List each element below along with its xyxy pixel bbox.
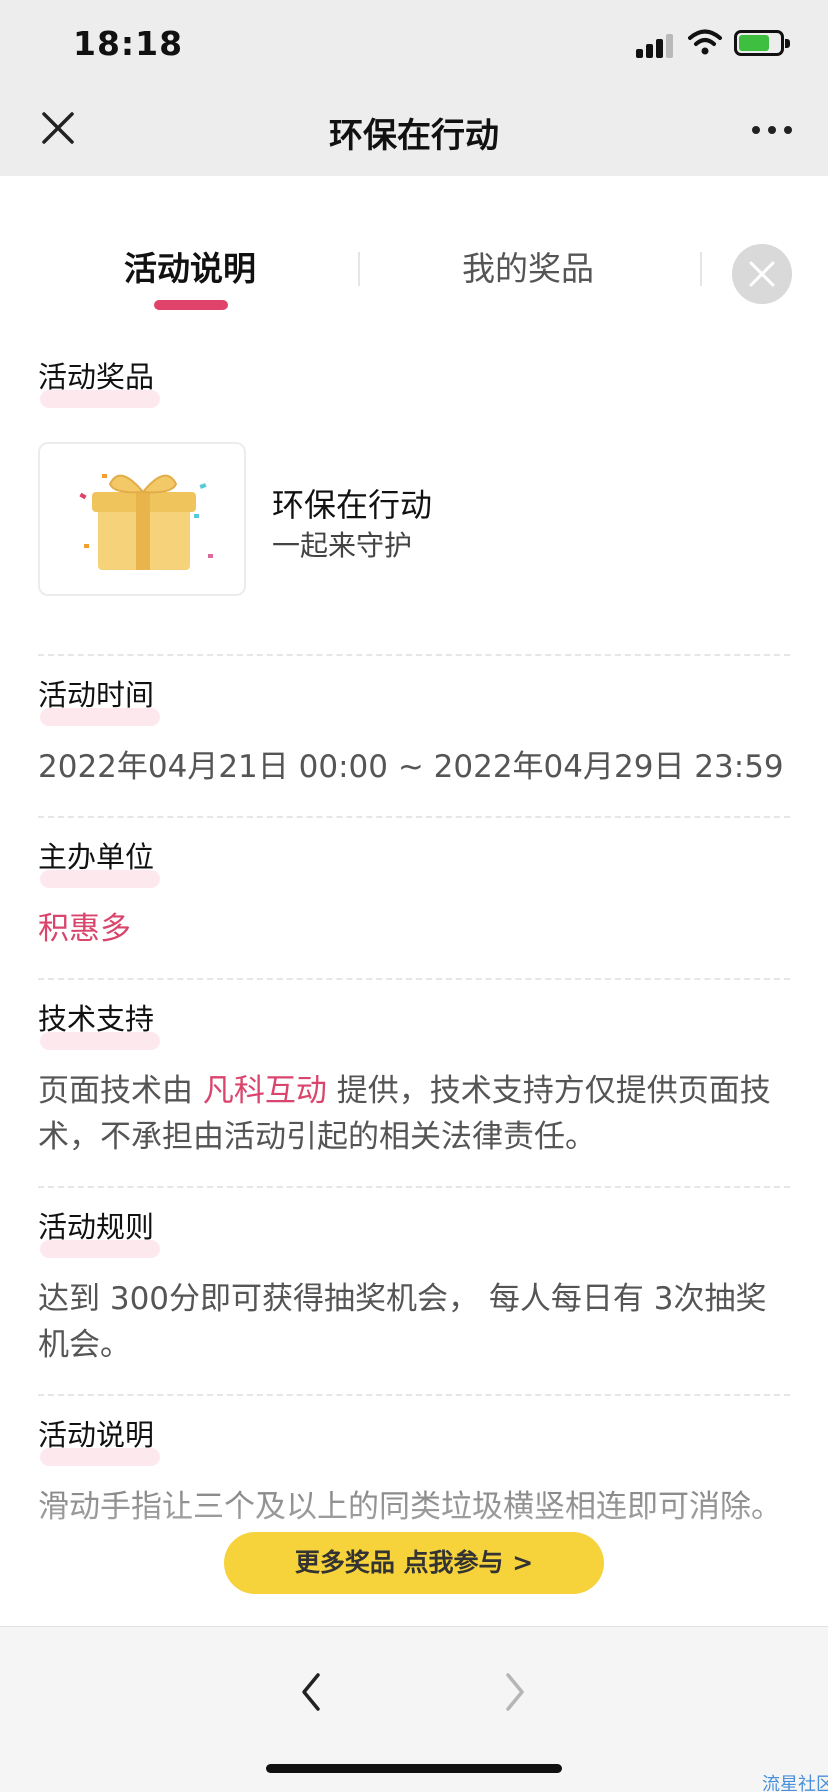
home-indicator [266,1764,562,1773]
close-panel-icon[interactable] [732,244,792,304]
section-heading-time: 活动时间 [38,672,161,726]
tab-active-indicator [154,300,228,310]
section-heading-prize: 活动奖品 [38,354,161,408]
battery-icon [734,30,790,56]
activity-time: 2022年04月21日 00:00 ~ 2022年04月29日 23:59 [38,749,784,785]
description-text: 滑动手指让三个及以上的同类垃圾横竖相连即可消除。 [38,1489,782,1525]
divider [38,1186,790,1188]
divider [38,1394,790,1396]
section-heading-description: 活动说明 [38,1412,161,1466]
back-arrow-icon[interactable] [296,1669,326,1715]
rules-text: 达到 300分即可获得抽奖机会， 每人每日有 3次抽奖机会。 [38,1281,767,1363]
prize-name: 环保在行动 [272,486,433,524]
tab-divider [358,252,360,286]
tab-bar: 活动说明 我的奖品 [0,176,828,316]
participate-button[interactable]: 更多奖品 点我参与 > [224,1532,604,1594]
organizer-name: 积惠多 [38,911,131,947]
prize-subtitle: 一起来守护 [272,529,413,562]
tab-my-prizes[interactable]: 我的奖品 [462,242,594,290]
wifi-icon [688,29,722,55]
prize-image [38,442,246,596]
section-heading-tech: 技术支持 [38,996,161,1050]
divider [38,816,790,818]
tab-activity-info[interactable]: 活动说明 [124,242,256,290]
forward-arrow-icon[interactable] [500,1669,530,1715]
tab-divider [700,252,702,286]
signal-icon [636,34,676,58]
tech-support-text: 页面技术由 凡科互动 提供，技术支持方仅提供页面技术，不承担由活动引起的相关法律… [38,1073,771,1155]
page-title: 环保在行动 [329,116,499,156]
provider-link[interactable]: 凡科互动 [203,1073,327,1109]
divider [38,978,790,980]
more-icon[interactable] [750,120,794,140]
watermark: 流星社区 [762,1774,828,1792]
section-heading-rules: 活动规则 [38,1204,161,1258]
section-heading-organizer: 主办单位 [38,834,161,888]
top-bar: 18:18 环保在行动 [0,0,828,176]
divider [38,654,790,656]
status-time: 18:18 [73,24,184,63]
gift-icon [79,474,213,570]
